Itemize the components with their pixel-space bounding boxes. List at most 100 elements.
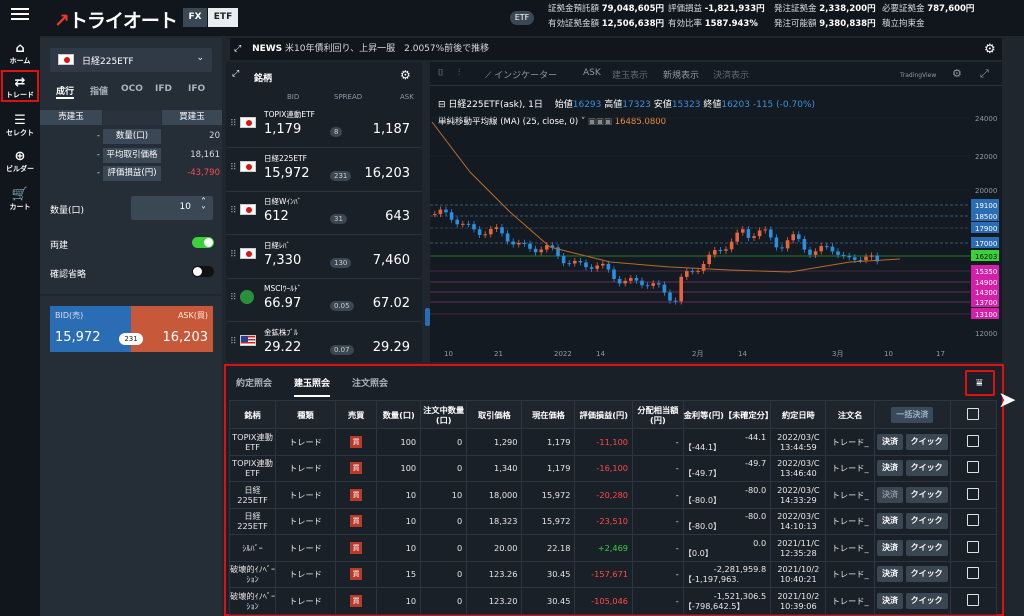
watchlist-row[interactable]: ⠿ TOPIX連動ETF 1,179 8 1,187 xyxy=(226,105,422,148)
tab-orders[interactable]: 注文照会 xyxy=(352,376,388,389)
bid-price[interactable]: 29.22 xyxy=(264,340,301,355)
ask-price[interactable]: 7,460 xyxy=(373,253,410,268)
drag-handle-icon[interactable]: ⠿ xyxy=(230,163,237,173)
chart-canvas[interactable]: 24000 22000 20000 19100 18500 17900 17000 16203… xyxy=(430,62,1002,362)
column-header: 分配相当額(円) xyxy=(632,400,684,429)
drag-handle-icon[interactable]: ⠿ xyxy=(230,337,237,347)
y-tick-label: 15350 xyxy=(975,268,997,276)
quick-button[interactable]: クイック xyxy=(905,592,948,609)
instrument-name: MSCIﾜｰﾙﾄﾞ xyxy=(264,284,302,293)
candle-body xyxy=(472,224,476,230)
ask-button[interactable]: ASK(買) 16,203 xyxy=(131,306,213,352)
hedge-toggle[interactable] xyxy=(192,237,214,248)
filter-button[interactable]: ⩸ xyxy=(965,370,995,396)
bulk-settle-button[interactable]: 一括決済 xyxy=(891,406,934,423)
select-all-checkbox[interactable] xyxy=(967,407,980,420)
bid-price[interactable]: 612 xyxy=(264,209,289,224)
splitter-handle[interactable] xyxy=(425,308,430,326)
row-checkbox[interactable] xyxy=(967,461,980,474)
quick-button[interactable]: クイック xyxy=(905,539,948,556)
avg-label: 平均取引価格 xyxy=(103,148,161,163)
watchlist-row[interactable]: ⠿ 金鉱株ﾌﾞﾙ 29.22 0.07 29.29 xyxy=(226,323,422,366)
expand-icon[interactable]: ⤢ xyxy=(232,69,239,79)
bid-price[interactable]: 7,330 xyxy=(264,253,301,268)
rail-select[interactable]: ☰ セレクト xyxy=(0,110,40,144)
ask-price[interactable]: 1,187 xyxy=(373,122,410,137)
cell-qty: 100 xyxy=(376,428,422,456)
row-checkbox[interactable] xyxy=(967,434,980,447)
drag-handle-icon[interactable]: ⠿ xyxy=(230,119,237,129)
settle-button[interactable]: 決済 xyxy=(877,566,904,583)
candle-body xyxy=(573,260,577,264)
instrument-select[interactable]: 日経225ETF ⌄ xyxy=(50,48,212,72)
cell-order: トレード_ xyxy=(825,560,875,588)
bid-button[interactable]: BID(売) 15,972 xyxy=(50,306,131,352)
stepper-arrows-icon[interactable]: ˄ ˅ xyxy=(201,198,206,217)
ask-price[interactable]: 29.29 xyxy=(373,340,410,355)
row-checkbox[interactable] xyxy=(967,487,980,500)
candle-body xyxy=(505,233,510,242)
candle-body xyxy=(528,243,532,249)
quantity-stepper[interactable]: 10 ˄ ˅ xyxy=(131,196,213,220)
news-bar[interactable]: ⤢ NEWS 米10年債利回り、上昇一服 2.0057%前後で推移 xyxy=(230,38,1002,60)
quick-button[interactable]: クイック xyxy=(905,486,948,503)
settle-button[interactable]: 決済 xyxy=(877,486,904,503)
sell-position-header: 売建玉 xyxy=(40,110,102,125)
settle-button[interactable]: 決済 xyxy=(877,433,904,450)
expand-icon[interactable]: ⤢ xyxy=(234,44,241,54)
tab-positions[interactable]: 建玉照会 xyxy=(294,376,331,397)
quick-button[interactable]: クイック xyxy=(905,460,948,477)
settle-button[interactable]: 決済 xyxy=(877,513,904,530)
ask-price[interactable]: 643 xyxy=(385,209,410,224)
quick-button[interactable]: クイック xyxy=(905,566,948,583)
drag-handle-icon[interactable]: ⠿ xyxy=(230,206,237,216)
rail-trade[interactable]: ⇄ トレード xyxy=(1,70,39,102)
news-text[interactable]: 米10年債利回り、上昇一服 2.0057%前後で推移 xyxy=(285,44,489,54)
cell-current: 22.18 xyxy=(521,534,576,562)
cell-interest: -2,281,959.8 【-1,197,963. xyxy=(682,560,772,588)
menu-icon[interactable] xyxy=(11,8,29,20)
bid-price[interactable]: 66.97 xyxy=(264,296,301,311)
tab-ifd[interactable]: IFD xyxy=(155,84,172,94)
watchlist-title: 銘柄 xyxy=(254,74,273,84)
rail-builder[interactable]: ⊕ ビルダー xyxy=(0,146,40,180)
tab-ifo[interactable]: IFO xyxy=(188,84,205,94)
tab-fx[interactable]: FX xyxy=(183,8,207,27)
cell-price: 1,340 xyxy=(466,454,523,482)
buy-qty: 20 xyxy=(209,131,220,141)
quick-button[interactable]: クイック xyxy=(905,433,948,450)
cell-interest: -80.0 【-80.0】 xyxy=(682,481,772,509)
row-checkbox[interactable] xyxy=(967,540,980,553)
tab-limit[interactable]: 指値 xyxy=(90,84,108,97)
bid-price[interactable]: 15,972 xyxy=(264,166,310,181)
watchlist-row[interactable]: ⠿ 日経ﾚﾊﾞ 7,330 130 7,460 xyxy=(226,236,422,279)
settle-button[interactable]: 決済 xyxy=(877,592,904,609)
ask-price[interactable]: 16,203 xyxy=(365,166,411,181)
quick-button[interactable]: クイック xyxy=(905,513,948,530)
settle-button[interactable]: 決済 xyxy=(877,460,904,477)
tab-oco[interactable]: OCO xyxy=(121,84,143,94)
gear-icon[interactable]: ⚙ xyxy=(400,68,411,82)
watchlist-row[interactable]: ⠿ 日経Wｲﾝﾊﾞ 612 31 643 xyxy=(226,192,422,235)
row-checkbox[interactable] xyxy=(967,514,980,527)
skip-confirm-toggle[interactable] xyxy=(192,266,214,277)
cell-type: トレード xyxy=(275,534,336,562)
bid-price[interactable]: 1,179 xyxy=(264,122,301,137)
gear-icon[interactable]: ⚙ xyxy=(984,42,996,57)
tab-executions[interactable]: 約定照会 xyxy=(236,376,272,389)
row-checkbox[interactable] xyxy=(967,593,980,606)
watchlist-row[interactable]: ⠿ MSCIﾜｰﾙﾄﾞ 66.97 0.05 67.02 xyxy=(226,279,422,322)
tab-market[interactable]: 成行 xyxy=(56,84,75,99)
settle-button[interactable]: 決済 xyxy=(877,539,904,556)
buy-badge: 買 xyxy=(350,435,363,448)
rail-home[interactable]: ⌂ ホーム xyxy=(0,38,40,72)
ask-price[interactable]: 67.02 xyxy=(373,296,410,311)
watchlist-row[interactable]: ⠿ 日経225ETF 15,972 231 16,203 xyxy=(226,149,422,192)
buy-badge: 買 xyxy=(350,594,363,607)
tab-etf[interactable]: ETF xyxy=(208,8,238,27)
drag-handle-icon[interactable]: ⠿ xyxy=(230,250,237,260)
rail-cart[interactable]: 🛒 カート xyxy=(0,184,40,218)
column-header: 取引価格 xyxy=(466,400,523,429)
row-checkbox[interactable] xyxy=(967,567,980,580)
drag-handle-icon[interactable]: ⠿ xyxy=(230,293,237,303)
